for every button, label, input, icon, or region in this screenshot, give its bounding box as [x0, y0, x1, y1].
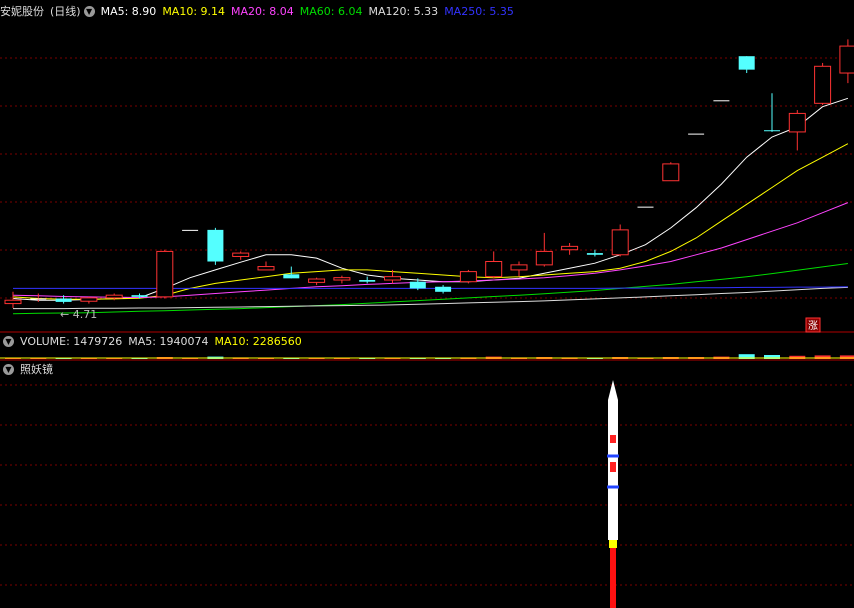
- low-price-label: ← 4.71: [60, 308, 97, 321]
- candle-body: [409, 281, 426, 289]
- candle-body: [182, 229, 199, 231]
- candle-body: [713, 100, 730, 102]
- rocket-flame-yellow: [609, 540, 617, 548]
- candle-body: [788, 112, 806, 133]
- chart-canvas: ← 4.71 涨: [0, 39, 854, 608]
- ma-line-ma10: [12, 143, 849, 300]
- candle-body: [333, 277, 351, 281]
- candle-body: [30, 298, 47, 300]
- candle-body: [359, 280, 376, 282]
- candle-body: [611, 229, 629, 256]
- candle-body: [435, 286, 452, 292]
- candle-body: [384, 276, 401, 281]
- candle-body: [510, 264, 528, 271]
- candle-body: [586, 253, 603, 255]
- candle-body: [738, 56, 755, 70]
- candle-body: [308, 278, 326, 283]
- candle-body: [283, 274, 300, 279]
- candle-body: [156, 250, 174, 298]
- candle-body: [105, 294, 123, 299]
- candle-body: [839, 45, 854, 74]
- candle-body: [764, 130, 780, 132]
- rocket-mark: [610, 462, 616, 472]
- candle-body: [561, 245, 579, 251]
- rocket-nose: [608, 380, 618, 400]
- candle-body: [257, 266, 275, 271]
- candle-body: [207, 229, 224, 262]
- candle-body: [535, 250, 553, 266]
- candle-body: [688, 133, 705, 135]
- candle-body: [4, 299, 22, 305]
- candle-body: [55, 298, 72, 302]
- candle-body: [80, 297, 98, 302]
- ma-line-ma250: [13, 286, 848, 289]
- badge-text: 涨: [808, 320, 818, 332]
- rocket-mark: [610, 435, 616, 443]
- candle-body: [485, 261, 503, 278]
- volume-bar: [789, 355, 806, 359]
- candle-body: [232, 252, 250, 257]
- rocket-flame-red: [610, 548, 616, 608]
- candle-body: [637, 206, 654, 208]
- ma-line-ma5: [12, 97, 849, 301]
- candle-body: [459, 271, 477, 283]
- candle-body: [662, 163, 680, 182]
- candle-body: [131, 295, 148, 297]
- candle-body: [814, 65, 832, 104]
